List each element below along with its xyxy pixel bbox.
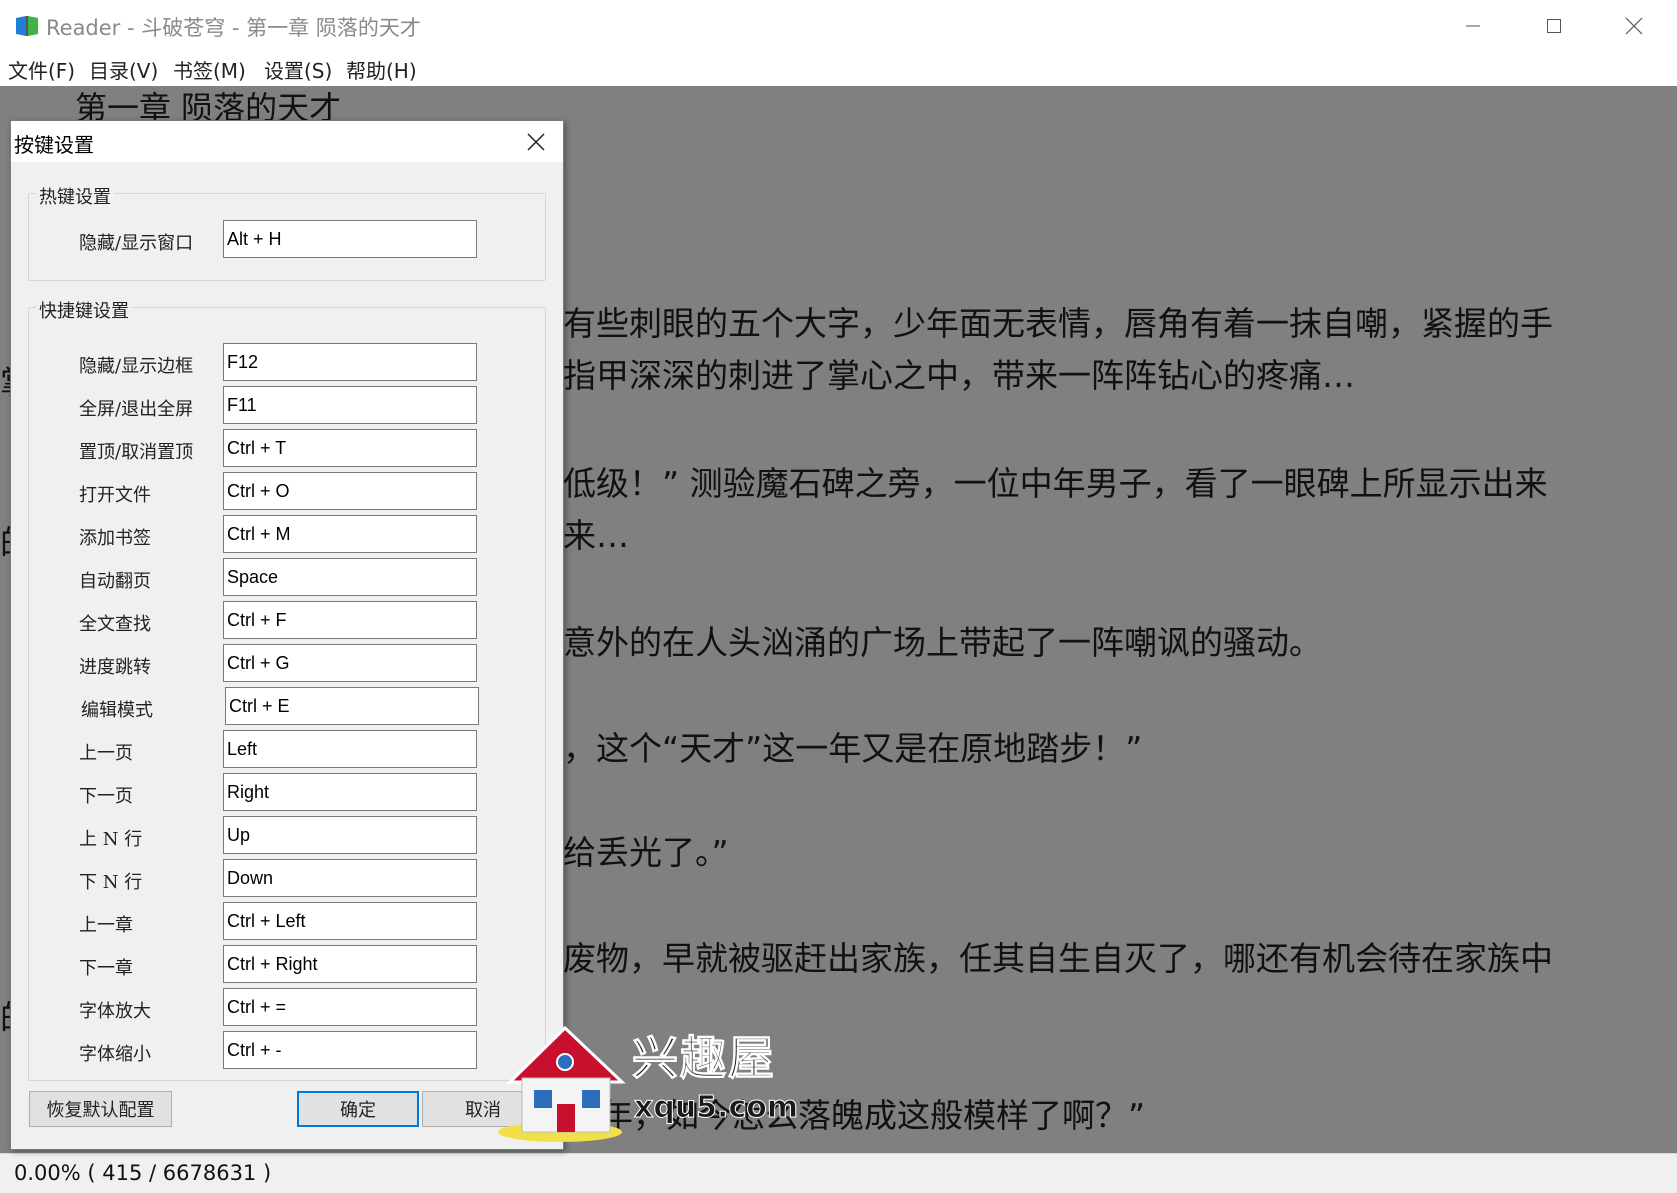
shortcut-input-font-larger[interactable] bbox=[223, 988, 477, 1026]
hotkey-label-toggle-window: 隐藏/显示窗口 bbox=[79, 233, 194, 254]
shortcut-input-edit-mode[interactable] bbox=[225, 687, 479, 725]
shortcut-label: 上一页 bbox=[79, 743, 133, 764]
shortcut-input-prev-page[interactable] bbox=[223, 730, 477, 768]
shortcut-label: 添加书签 bbox=[79, 528, 151, 549]
shortcut-input-add-bookmark[interactable] bbox=[223, 515, 477, 553]
ok-button[interactable]: 确定 bbox=[297, 1091, 419, 1127]
shortcut-input-fullscreen[interactable] bbox=[223, 386, 477, 424]
watermark-name: 兴趣屋 bbox=[632, 1031, 776, 1086]
minimize-button[interactable] bbox=[1433, 0, 1513, 52]
shortcut-label: 字体放大 bbox=[79, 1001, 151, 1022]
shortcut-label: 打开文件 bbox=[79, 485, 151, 506]
shortcut-label: 进度跳转 bbox=[79, 657, 151, 678]
window-title: Reader - 斗破苍穹 - 第一章 陨落的天才 bbox=[46, 16, 421, 40]
text-line: 低级！” 测验魔石碑之旁，一位中年男子，看了一眼碑上所显示出来 bbox=[563, 464, 1548, 503]
maximize-icon bbox=[1547, 19, 1561, 33]
shortcut-label: 全屏/退出全屏 bbox=[79, 399, 194, 420]
shortcut-input-font-smaller[interactable] bbox=[223, 1031, 477, 1069]
dialog-titlebar[interactable]: 按键设置 bbox=[11, 121, 563, 162]
shortcut-label: 下一页 bbox=[79, 786, 133, 807]
minimize-icon bbox=[1466, 25, 1480, 27]
menu-catalog[interactable]: 目录(V) bbox=[89, 55, 158, 84]
hotkey-group-label: 热键设置 bbox=[36, 183, 114, 209]
shortcut-input-up-n-lines[interactable] bbox=[223, 816, 477, 854]
dialog-title: 按键设置 bbox=[14, 133, 94, 157]
progress-status: 0.00% ( 415 / 6678631 ) bbox=[14, 1161, 272, 1185]
shortcut-label: 自动翻页 bbox=[79, 571, 151, 592]
text-line: ，这个“天才”这一年又是在原地踏步！” bbox=[563, 729, 1143, 768]
text-line: 来… bbox=[563, 516, 629, 555]
shortcut-input-prev-chapter[interactable] bbox=[223, 902, 477, 940]
dialog-close-icon[interactable] bbox=[523, 129, 549, 155]
shortcut-input-find[interactable] bbox=[223, 601, 477, 639]
shortcut-input-toggle-border[interactable] bbox=[223, 343, 477, 381]
menu-help[interactable]: 帮助(H) bbox=[346, 55, 417, 84]
shortcut-label: 上一章 bbox=[79, 915, 133, 936]
shortcut-label: 全文查找 bbox=[79, 614, 151, 635]
hotkey-input-toggle-window[interactable] bbox=[223, 220, 477, 258]
maximize-button[interactable] bbox=[1514, 0, 1594, 52]
shortcut-label: 上 N 行 bbox=[79, 829, 143, 850]
shortcut-input-next-chapter[interactable] bbox=[223, 945, 477, 983]
text-line: 意外的在人头汹涌的广场上带起了一阵嘲讽的骚动。 bbox=[563, 623, 1322, 662]
menu-settings[interactable]: 设置(S) bbox=[264, 55, 332, 84]
shortcut-input-open-file[interactable] bbox=[223, 472, 477, 510]
shortcut-label: 置顶/取消置顶 bbox=[79, 442, 194, 463]
shortcut-label: 字体缩小 bbox=[79, 1044, 151, 1065]
shortcut-label: 隐藏/显示边框 bbox=[79, 356, 194, 377]
status-bar: 0.00% ( 415 / 6678631 ) bbox=[0, 1153, 1677, 1193]
window-titlebar[interactable]: Reader - 斗破苍穹 - 第一章 陨落的天才 bbox=[0, 0, 1677, 52]
shortcut-group-label: 快捷键设置 bbox=[36, 297, 132, 323]
key-settings-dialog: 按键设置 热键设置 隐藏/显示窗口 快捷键设置 隐藏/显示边框 全屏/退出全屏 … bbox=[10, 120, 564, 1150]
close-window-button[interactable] bbox=[1594, 0, 1674, 52]
menu-bookmarks[interactable]: 书签(M) bbox=[173, 55, 246, 84]
shortcut-input-auto-page[interactable] bbox=[223, 558, 477, 596]
text-line: 给丢光了。” bbox=[563, 833, 729, 872]
text-line: 指甲深深的刺进了掌心之中，带来一阵阵钻心的疼痛… bbox=[563, 356, 1355, 395]
close-icon bbox=[1625, 17, 1643, 35]
shortcut-input-always-on-top[interactable] bbox=[223, 429, 477, 467]
text-line: 有些刺眼的五个大字，少年面无表情，唇角有着一抹自嘲，紧握的手 bbox=[563, 304, 1553, 343]
restore-defaults-button[interactable]: 恢复默认配置 bbox=[29, 1091, 172, 1127]
shortcut-label: 下一章 bbox=[79, 958, 133, 979]
shortcut-input-down-n-lines[interactable] bbox=[223, 859, 477, 897]
text-line: 废物，早就被驱赶出家族，任其自生自灭了，哪还有机会待在家族中 bbox=[563, 939, 1553, 978]
shortcut-input-goto-progress[interactable] bbox=[223, 644, 477, 682]
shortcut-label: 编辑模式 bbox=[81, 700, 153, 721]
menu-bar: 文件(F) 目录(V) 书签(M) 设置(S) 帮助(H) bbox=[0, 52, 1677, 86]
shortcut-label: 下 N 行 bbox=[79, 872, 143, 893]
book-app-icon bbox=[16, 16, 38, 36]
shortcut-input-next-page[interactable] bbox=[223, 773, 477, 811]
watermark-url: xqu5.com bbox=[633, 1090, 799, 1126]
menu-file[interactable]: 文件(F) bbox=[8, 55, 75, 84]
